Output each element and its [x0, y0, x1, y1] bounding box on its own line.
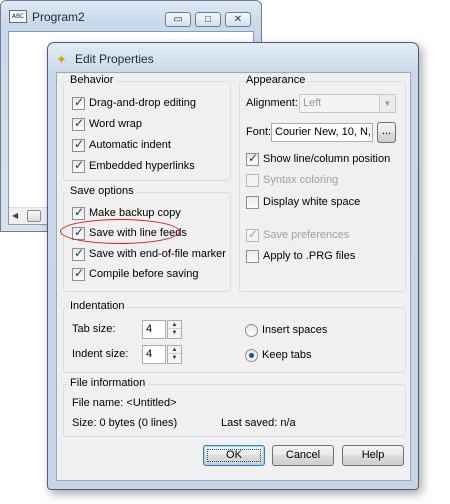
file-size-text: Size: 0 bytes (0 lines) [72, 417, 178, 429]
appearance-group: Appearance Alignment: Left ▼ Font: Couri… [239, 74, 406, 292]
checkbox-box[interactable] [72, 225, 85, 240]
tab-size-spinner[interactable]: ▲ ▼ [167, 320, 182, 339]
font-field[interactable]: Courier New, 10, N, [271, 123, 373, 142]
checkbox-box[interactable] [246, 195, 259, 209]
background-window-title: Program2 [32, 10, 85, 24]
indent-size-input[interactable]: 4 [142, 345, 166, 364]
checkbox-label: Save with line feeds [89, 227, 187, 239]
checkbox-box[interactable] [72, 266, 85, 281]
checkbox-label: Save with end-of-file marker [89, 248, 226, 260]
scroll-left-arrow-icon[interactable]: ◀ [12, 211, 18, 220]
tab-size-input[interactable]: 4 [142, 320, 166, 339]
spin-down-icon[interactable]: ▼ [168, 354, 181, 362]
checkbox-label: Display white space [263, 196, 361, 208]
checkbox-label: Drag-and-drop editing [89, 97, 197, 109]
radio-keep-tabs[interactable]: Keep tabs [245, 347, 312, 363]
behavior-group: Behavior Drag-and-drop editing Word wrap… [63, 74, 231, 181]
indent-size-spinner[interactable]: ▲ ▼ [167, 345, 182, 364]
last-saved-text: Last saved: n/a [221, 417, 296, 429]
maximize-button[interactable]: □ [195, 12, 221, 27]
alignment-value: Left [303, 97, 322, 109]
behavior-legend: Behavior [68, 74, 116, 86]
checkbox-label: Syntax coloring [263, 174, 339, 186]
checkbox-box[interactable] [72, 246, 85, 261]
file-information-legend: File information [68, 377, 148, 389]
checkbox-label: Make backup copy [89, 207, 181, 219]
scrollbar-thumb[interactable] [27, 210, 41, 222]
checkbox-show-line-column[interactable]: Show line/column position [246, 151, 390, 167]
checkbox-label: Embedded hyperlinks [89, 160, 195, 172]
notepad-app-icon: ABC [9, 10, 27, 23]
font-browse-button[interactable]: ... [377, 122, 396, 143]
checkbox-display-white-space[interactable]: Display white space [246, 194, 360, 210]
file-name-text: File name: <Untitled> [72, 397, 177, 409]
cancel-button[interactable]: Cancel [272, 445, 334, 466]
focus-rect [207, 449, 261, 462]
checkbox-box[interactable] [72, 158, 85, 173]
radio-label: Keep tabs [262, 349, 312, 361]
checkbox-save-with-line-feeds[interactable]: Save with line feeds [72, 225, 187, 241]
checkbox-label: Save preferences [263, 229, 350, 241]
checkbox-save-preferences[interactable]: Save preferences [246, 227, 349, 243]
checkbox-box[interactable] [72, 205, 85, 220]
save-options-legend: Save options [68, 185, 136, 197]
indentation-legend: Indentation [68, 300, 127, 312]
tab-size-label: Tab size: [72, 323, 116, 335]
checkbox-save-with-eof-marker[interactable]: Save with end-of-file marker [72, 246, 226, 262]
spin-up-icon[interactable]: ▲ [168, 346, 181, 354]
checkbox-apply-to-prg[interactable]: Apply to .PRG files [246, 248, 355, 264]
checkbox-box[interactable] [246, 249, 259, 263]
checkbox-syntax-coloring[interactable]: Syntax coloring [246, 172, 338, 188]
checkbox-box[interactable] [246, 151, 259, 166]
spin-down-icon[interactable]: ▼ [168, 329, 181, 337]
font-label: Font: [246, 126, 272, 138]
checkbox-label: Word wrap [89, 118, 142, 130]
close-button[interactable]: ✕ [225, 12, 251, 27]
checkbox-label: Compile before saving [89, 268, 199, 280]
ok-button[interactable]: OK [203, 445, 265, 466]
checkbox-box[interactable] [72, 137, 85, 152]
checkbox-box[interactable] [246, 227, 259, 242]
appearance-legend: Appearance [244, 74, 308, 86]
chevron-down-icon[interactable]: ▼ [379, 95, 395, 112]
indent-size-label: Indent size: [72, 348, 129, 360]
edit-properties-dialog: ✦ Edit Properties Behavior Drag-and-drop… [47, 42, 419, 490]
checkbox-box[interactable] [246, 173, 259, 187]
dialog-body: Behavior Drag-and-drop editing Word wrap… [56, 72, 411, 481]
radio-insert-spaces[interactable]: Insert spaces [245, 322, 327, 338]
checkbox-make-backup-copy[interactable]: Make backup copy [72, 205, 181, 221]
checkbox-embedded-hyperlinks[interactable]: Embedded hyperlinks [72, 158, 195, 174]
save-options-group: Save options Make backup copy Save with … [63, 185, 231, 292]
checkbox-drag-and-drop[interactable]: Drag-and-drop editing [72, 95, 196, 111]
radio-button[interactable] [245, 323, 258, 337]
dialog-title: Edit Properties [75, 52, 154, 66]
alignment-select[interactable]: Left ▼ [299, 94, 396, 113]
radio-button[interactable] [245, 348, 258, 362]
wand-icon: ✦ [56, 52, 67, 67]
checkbox-label: Show line/column position [263, 153, 391, 165]
radio-label: Insert spaces [262, 324, 328, 336]
checkbox-box[interactable] [72, 95, 85, 110]
alignment-label: Alignment: [246, 97, 298, 109]
checkbox-compile-before-saving[interactable]: Compile before saving [72, 266, 198, 282]
spin-up-icon[interactable]: ▲ [168, 321, 181, 329]
indentation-group: Indentation Tab size: 4 ▲ ▼ Indent size:… [63, 300, 406, 373]
checkbox-box[interactable] [72, 116, 85, 131]
checkbox-automatic-indent[interactable]: Automatic indent [72, 137, 171, 153]
file-information-group: File information File name: <Untitled> S… [63, 377, 406, 437]
help-button[interactable]: Help [342, 445, 404, 466]
checkbox-label: Automatic indent [89, 139, 171, 151]
minimize-button[interactable]: ▭ [165, 12, 191, 27]
checkbox-label: Apply to .PRG files [263, 250, 356, 262]
checkbox-word-wrap[interactable]: Word wrap [72, 116, 142, 132]
